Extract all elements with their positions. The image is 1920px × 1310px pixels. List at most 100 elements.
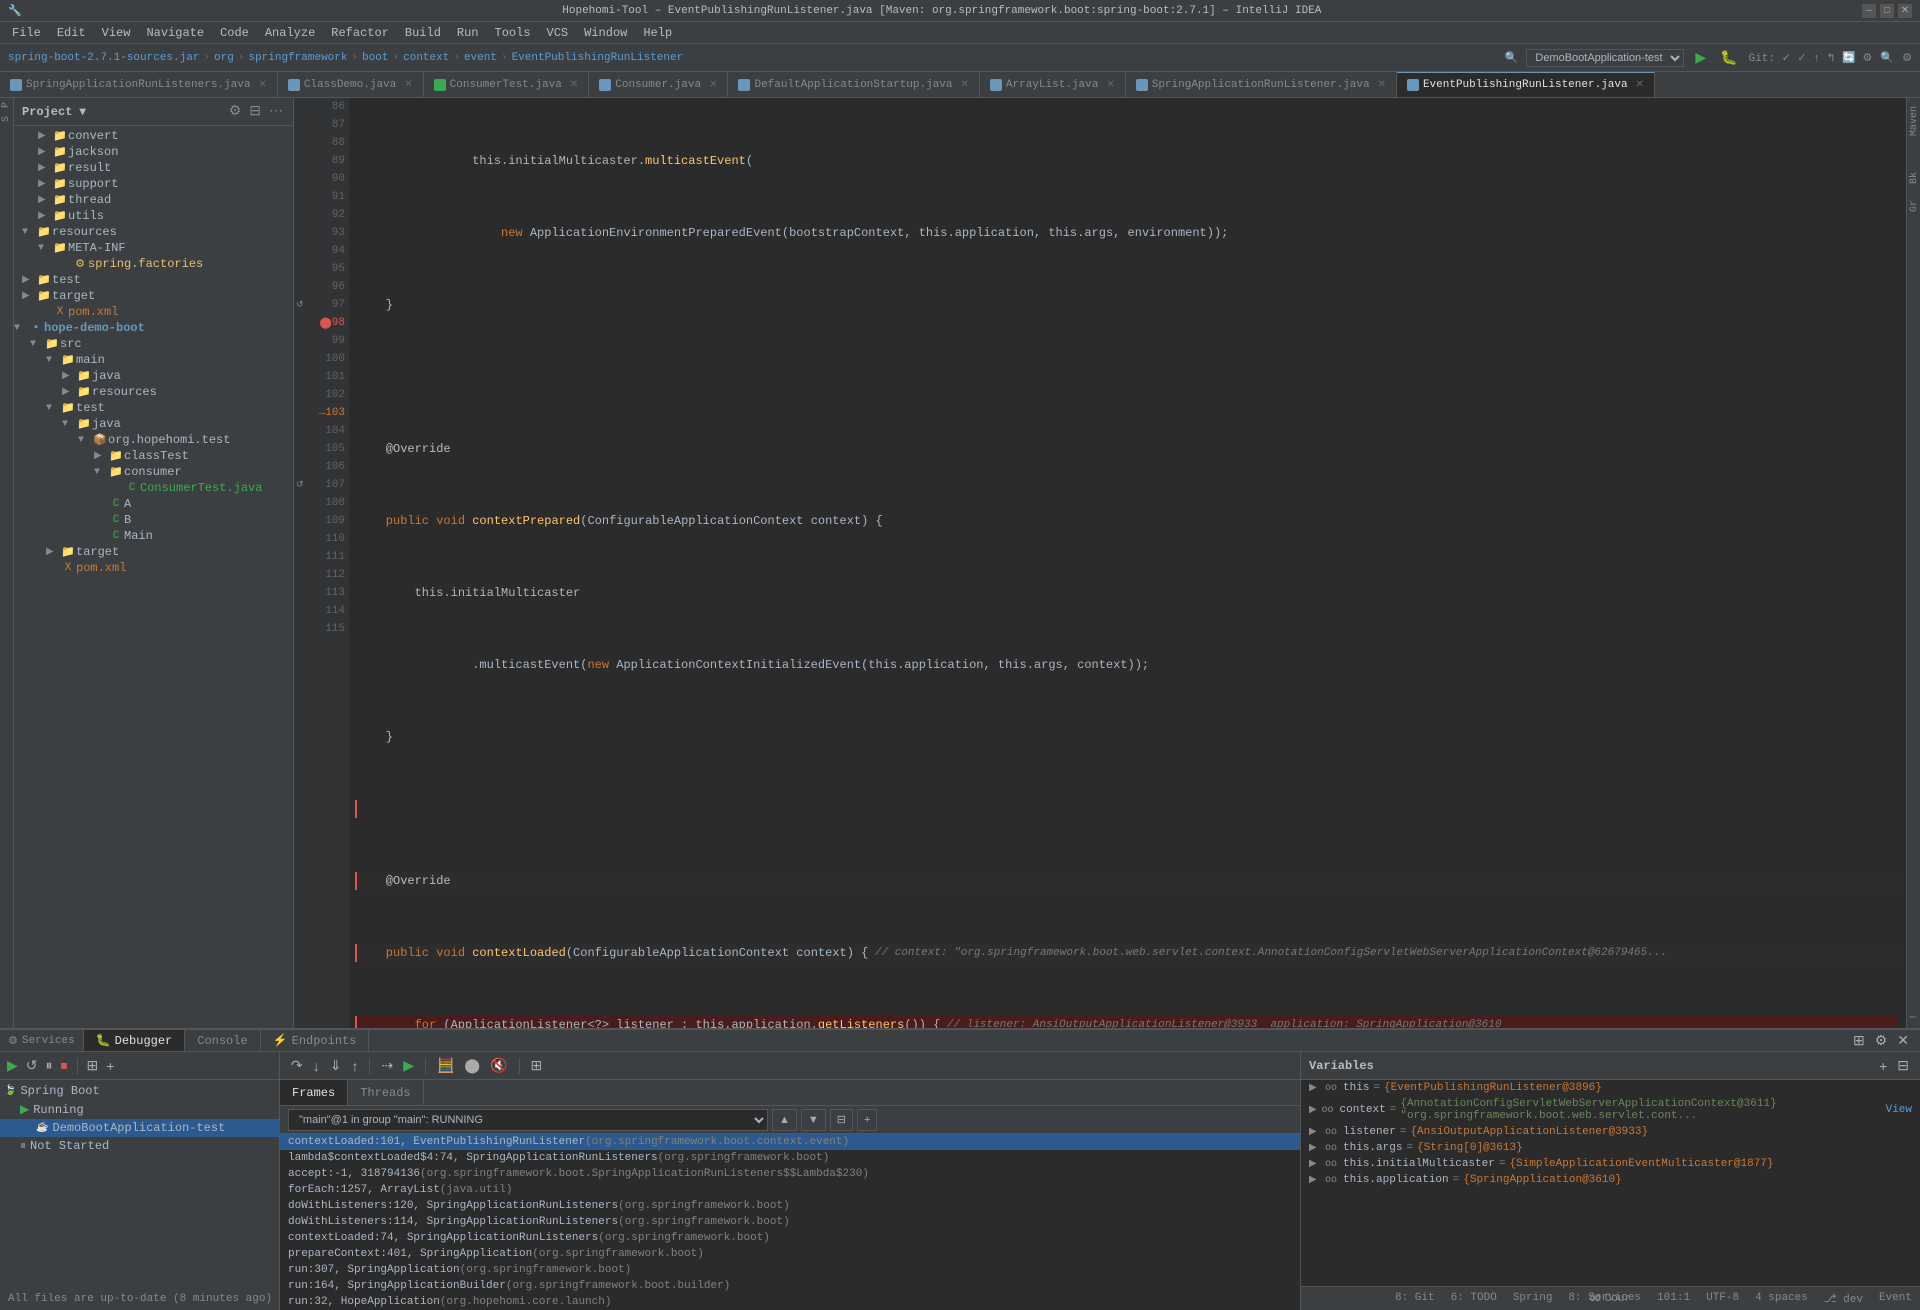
thread-filter-btn[interactable]: ⊟ — [830, 1109, 853, 1131]
debug-tab-frames[interactable]: Frames — [280, 1080, 348, 1105]
tree-item-support[interactable]: ▶ 📁 support — [14, 176, 293, 192]
tree-item-consumer-folder[interactable]: ▼ 📁 consumer — [14, 464, 293, 480]
thread-down-btn[interactable]: ▼ — [801, 1109, 826, 1131]
frame-item-8[interactable]: run:307, SpringApplication (org.springfr… — [280, 1262, 1300, 1278]
tree-item-pom2[interactable]: X pom.xml — [14, 560, 293, 576]
tab-close[interactable]: ✕ — [961, 79, 969, 91]
frame-item-10[interactable]: run:32, HopeApplication (org.hopehomi.co… — [280, 1294, 1300, 1310]
expand-icon[interactable]: ▶ — [1309, 1158, 1321, 1170]
breadcrumb-springframework[interactable]: springframework — [248, 52, 347, 64]
tab-close[interactable]: ✕ — [258, 79, 266, 91]
services-info[interactable]: 8: Services — [1568, 1292, 1641, 1306]
tree-item-java-main[interactable]: ▶ 📁 java — [14, 368, 293, 384]
tree-item-spring-factories[interactable]: ⚙ spring.factories — [14, 256, 293, 272]
tree-item-consumer-test[interactable]: C ConsumerTest.java — [14, 480, 293, 496]
menu-tools[interactable]: Tools — [487, 24, 539, 42]
breadcrumb-boot[interactable]: boot — [362, 52, 388, 64]
menu-build[interactable]: Build — [397, 24, 449, 42]
tab-consumer[interactable]: Consumer.java ✕ — [589, 72, 728, 97]
gradle-panel-icon[interactable]: Gr — [1907, 192, 1920, 220]
tab-close[interactable]: ✕ — [570, 79, 578, 91]
tree-item-resources-main[interactable]: ▶ 📁 resources — [14, 384, 293, 400]
tab-class-demo[interactable]: ClassDemo.java ✕ — [278, 72, 424, 97]
menu-vcs[interactable]: VCS — [539, 24, 577, 42]
more-icon[interactable]: ⋯ — [267, 101, 285, 122]
git-info[interactable]: 8: Git — [1395, 1292, 1435, 1306]
tree-item-src[interactable]: ▼ 📁 src — [14, 336, 293, 352]
feedback-panel-icon[interactable]: ! — [1907, 1006, 1920, 1028]
breadcrumb-context[interactable]: context — [403, 52, 449, 64]
view-link[interactable]: View — [1886, 1104, 1912, 1116]
expand-icon[interactable]: ▶ — [1309, 1082, 1321, 1094]
git-branch[interactable]: ⎇ dev — [1824, 1292, 1863, 1306]
tree-item-main-class[interactable]: C Main — [14, 528, 293, 544]
frame-item-3[interactable]: forEach:1257, ArrayList (java.util) — [280, 1182, 1300, 1198]
thread-up-btn[interactable]: ▲ — [772, 1109, 797, 1131]
var-context[interactable]: ▶ oo context = {AnnotationConfigServletW… — [1301, 1096, 1920, 1124]
search-icon[interactable]: 🔍 — [1505, 51, 1519, 65]
tree-item-classA[interactable]: C A — [14, 496, 293, 512]
filter-var-btn[interactable]: ⊟ — [1894, 1055, 1912, 1076]
tab-event-publishing[interactable]: EventPublishingRunListener.java ✕ — [1397, 72, 1655, 97]
tree-item-pomxml[interactable]: X pom.xml — [14, 304, 293, 320]
debug-button[interactable]: 🐛 — [1717, 47, 1740, 68]
tab-close[interactable]: ✕ — [1378, 79, 1386, 91]
force-step-into-btn[interactable]: ⇓ — [327, 1055, 345, 1076]
tab-close[interactable]: ✕ — [709, 79, 717, 91]
evaluate-btn[interactable]: 🧮 — [434, 1055, 457, 1076]
tab-consumer-test[interactable]: ConsumerTest.java ✕ — [424, 72, 590, 97]
maximize-button[interactable]: □ — [1880, 4, 1894, 18]
filter-service-btn[interactable]: ⊞ — [84, 1055, 102, 1076]
add-service-btn[interactable]: + — [103, 1056, 117, 1076]
spring-info[interactable]: Spring — [1513, 1292, 1553, 1306]
expand-icon[interactable]: ▶ — [1309, 1142, 1321, 1154]
menu-edit[interactable]: Edit — [49, 24, 94, 42]
step-out-btn[interactable]: ↑ — [348, 1056, 361, 1076]
tree-item-main[interactable]: ▼ 📁 main — [14, 352, 293, 368]
frame-item-1[interactable]: lambda$contextLoaded$4:74, SpringApplica… — [280, 1150, 1300, 1166]
var-application[interactable]: ▶ oo this.application = {SpringApplicati… — [1301, 1172, 1920, 1188]
tab-close[interactable]: ✕ — [1636, 79, 1644, 91]
encoding-info[interactable]: UTF-8 — [1706, 1292, 1739, 1306]
tree-item-target[interactable]: ▶ 📁 target — [14, 288, 293, 304]
thread-add-btn[interactable]: + — [857, 1109, 877, 1131]
var-this[interactable]: ▶ oo this = {EventPublishingRunListener@… — [1301, 1080, 1920, 1096]
breadcrumb-jar[interactable]: spring-boot-2.7.1-sources.jar — [8, 52, 199, 64]
collapse-icon[interactable]: ⊟ — [247, 101, 263, 122]
tree-item-java-test[interactable]: ▼ 📁 java — [14, 416, 293, 432]
event-info[interactable]: Event — [1879, 1292, 1912, 1306]
tab-default-startup[interactable]: DefaultApplicationStartup.java ✕ — [728, 72, 979, 97]
breadcrumb-event[interactable]: event — [464, 52, 497, 64]
var-args[interactable]: ▶ oo this.args = {String[0]@3613} — [1301, 1140, 1920, 1156]
tree-item-classB[interactable]: C B — [14, 512, 293, 528]
frame-item-0[interactable]: contextLoaded:101, EventPublishingRunLis… — [280, 1134, 1300, 1150]
frame-item-6[interactable]: contextLoaded:74, SpringApplicationRunLi… — [280, 1230, 1300, 1246]
svc-demo-app[interactable]: ☕ DemoBootApplication-test — [0, 1119, 279, 1137]
tab-close[interactable]: ✕ — [404, 79, 412, 91]
tree-item-utils[interactable]: ▶ 📁 utils — [14, 208, 293, 224]
menu-run[interactable]: Run — [449, 24, 487, 42]
var-listener[interactable]: ▶ oo listener = {AnsiOutputApplicationLi… — [1301, 1124, 1920, 1140]
menu-code[interactable]: Code — [212, 24, 257, 42]
tree-item-thread[interactable]: ▶ 📁 thread — [14, 192, 293, 208]
svc-running[interactable]: ▶ Running — [0, 1100, 279, 1119]
restore-layout-btn[interactable]: ⊞ — [528, 1055, 546, 1076]
svc-not-started[interactable]: ⏸ Not Started — [0, 1137, 279, 1155]
menu-help[interactable]: Help — [635, 24, 680, 42]
step-over-btn[interactable]: ↷ — [288, 1055, 306, 1076]
resume-btn[interactable]: ▶ — [400, 1055, 417, 1076]
menu-refactor[interactable]: Refactor — [323, 24, 397, 42]
tree-item-result[interactable]: ▶ 📁 result — [14, 160, 293, 176]
stop-service-btn[interactable]: ⏹ — [58, 1055, 71, 1076]
breakpoints-btn[interactable]: ⬤ — [461, 1055, 483, 1076]
menu-view[interactable]: View — [94, 24, 139, 42]
menu-file[interactable]: File — [4, 24, 49, 42]
frame-item-2[interactable]: accept:-1, 318794136 (org.springframewor… — [280, 1166, 1300, 1182]
run-button[interactable]: ▶ — [1692, 47, 1709, 68]
frame-item-4[interactable]: doWithListeners:120, SpringApplicationRu… — [280, 1198, 1300, 1214]
close-button[interactable]: ✕ — [1898, 4, 1912, 18]
project-strip-icon[interactable]: P — [0, 98, 14, 112]
svc-spring-boot[interactable]: 🍃 Spring Boot — [0, 1082, 279, 1100]
tree-item-target2[interactable]: ▶ 📁 target — [14, 544, 293, 560]
menu-analyze[interactable]: Analyze — [257, 24, 323, 42]
